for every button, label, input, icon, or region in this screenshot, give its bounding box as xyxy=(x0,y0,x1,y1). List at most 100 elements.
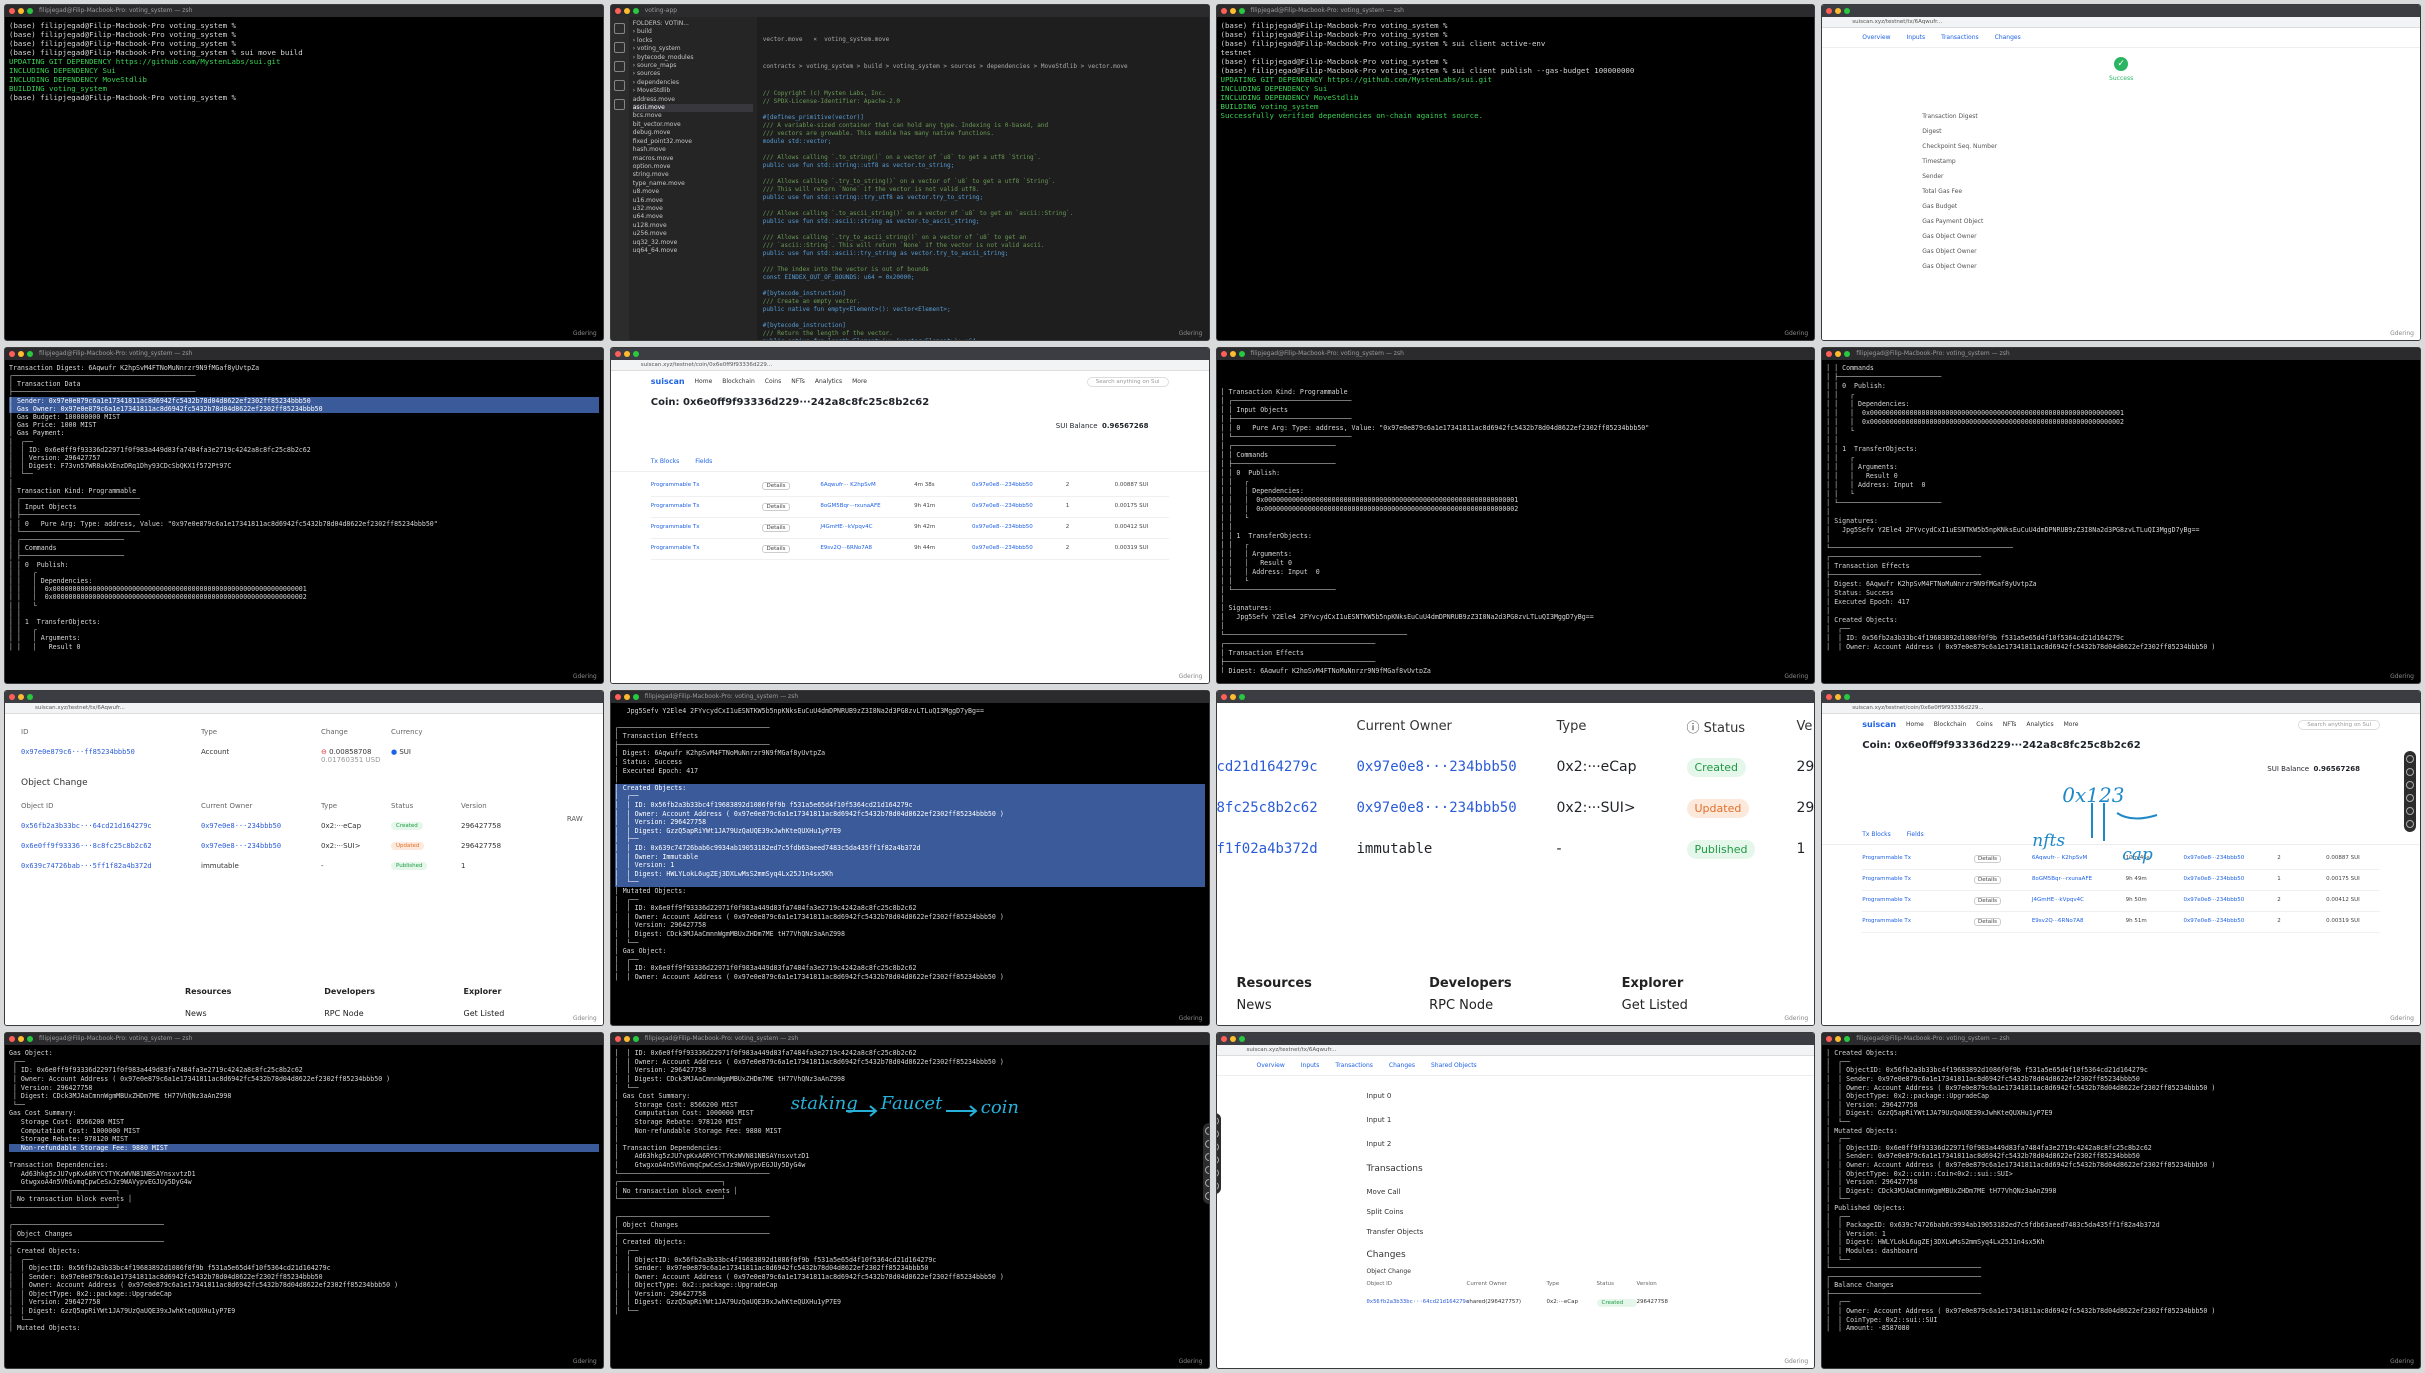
list-item[interactable]: bcs.move xyxy=(633,112,753,120)
nav-blockchain[interactable]: Blockchain xyxy=(722,378,754,385)
table-cell[interactable]: immutable xyxy=(1357,841,1557,857)
nav-home[interactable]: Home xyxy=(695,378,713,385)
footer-link[interactable]: News xyxy=(1237,995,1430,1017)
list-item[interactable]: › locks xyxy=(633,37,753,45)
marker-tool-icon[interactable] xyxy=(1204,1140,1209,1149)
list-item[interactable]: u256.move xyxy=(633,230,753,238)
table-cell[interactable]: 6Aqwufr··· K2hpSvM xyxy=(2032,855,2122,863)
shape-tool-icon[interactable] xyxy=(2406,793,2414,802)
eraser-tool-icon[interactable] xyxy=(2406,780,2414,789)
nav-more[interactable]: More xyxy=(2064,721,2079,728)
table-row[interactable]: Programmable Tx Details 8oGM5Bqr···rxunaAF… xyxy=(650,497,1169,518)
table-cell[interactable]: J4GmHE···kVpqv4C xyxy=(2032,897,2122,905)
nav-analytics[interactable]: Analytics xyxy=(2026,721,2053,728)
input-item[interactable]: Input 2 xyxy=(1367,1132,1799,1156)
tx-item-move-call[interactable]: Move Call xyxy=(1367,1182,1799,1202)
list-item[interactable]: type_name.move xyxy=(633,180,753,188)
list-item[interactable]: u64.move xyxy=(633,213,753,221)
details-button[interactable]: Details xyxy=(762,544,790,553)
list-item[interactable]: Gas Budget xyxy=(1922,199,1997,214)
table-cell[interactable]: 0x639c74726bab···5ff1f82a4b372d xyxy=(21,862,201,870)
list-item[interactable]: Checkpoint Seq. Number xyxy=(1922,139,1997,154)
footer-link[interactable]: News xyxy=(185,1003,324,1025)
list-item[interactable]: Gas Object Owner xyxy=(1922,244,1997,259)
list-item[interactable]: Transaction Digest xyxy=(1922,109,1997,124)
list-item[interactable]: bit_vector.move xyxy=(633,121,753,129)
table-cell[interactable]: 6Aqwufr··· K2hpSvM xyxy=(820,482,910,490)
list-item[interactable]: u32.move xyxy=(633,205,753,213)
tab-transactions[interactable]: Transactions xyxy=(1335,1062,1372,1069)
terminal-output[interactable]: Transaction Digest: 6Aqwufr K2hpSvM4FTNo… xyxy=(9,364,599,673)
details-button[interactable]: Details xyxy=(1973,896,2002,905)
address-bar[interactable]: suiscan.xyz/testnet/coin/0x6e0ff9f93336d… xyxy=(610,359,1209,371)
table-row[interactable]: Programmable Tx Details J4GmHE···kVpqv4C 9h… xyxy=(1862,891,2380,912)
tab-changes[interactable]: Changes xyxy=(1389,1062,1415,1069)
shape-tool-icon[interactable] xyxy=(1216,1156,1219,1165)
source-control-icon[interactable] xyxy=(614,61,626,72)
address-bar[interactable]: suiscan.xyz/testnet/tx/6Aqwufr... xyxy=(1822,17,2420,28)
list-item[interactable]: Gas Object Owner xyxy=(1922,229,1997,244)
table-cell[interactable]: 0x97e0e8···234bbb50 xyxy=(972,503,1062,511)
list-item[interactable]: string.move xyxy=(633,171,753,179)
list-item[interactable]: › voting_system xyxy=(633,45,753,53)
terminal-output[interactable]: │ │ ID: 0x6e0ff9f93336d22971f0f983a449d8… xyxy=(615,1049,1205,1358)
list-item[interactable]: Digest xyxy=(1922,124,1997,139)
list-item[interactable]: fixed_point32.move xyxy=(633,138,753,146)
table-cell[interactable]: 8oGM5Bqr···rxunaAFE xyxy=(2032,876,2122,884)
shape-tool-icon[interactable] xyxy=(1204,1166,1209,1175)
table-cell[interactable]: 8oGM5Bqr···rxunaAFE xyxy=(820,503,910,511)
table-row[interactable]: Programmable Tx Details 6Aqwufr··· K2hpSvM… xyxy=(650,476,1169,497)
table-cell[interactable]: 0x97e0e8···234bbb50 xyxy=(201,842,321,850)
table-cell[interactable]: cd21d164279c xyxy=(1217,759,1357,775)
table-cell[interactable]: 0x56fb2a3b33bc···64cd21d164279c xyxy=(21,822,201,830)
nav-more[interactable]: More xyxy=(852,378,867,385)
footer-link[interactable]: Get Listed xyxy=(1622,995,1815,1017)
details-button[interactable]: Details xyxy=(762,481,790,490)
table-cell[interactable]: J4GmHE···kVpqv4C xyxy=(820,524,910,532)
list-item[interactable]: › source_maps xyxy=(633,62,753,70)
table-cell[interactable]: 0x97e0e8···234bbb50 xyxy=(1357,759,1557,775)
account-link[interactable]: 0x97e0e879c6···ff85234bbb50 xyxy=(21,748,201,764)
color-picker-icon[interactable] xyxy=(1204,1192,1209,1201)
table-row[interactable]: Programmable Tx Details E9sv2Q···6RNo7A8 9h… xyxy=(1862,912,2380,933)
list-item[interactable]: Gas Object Owner xyxy=(1922,259,1997,274)
details-button[interactable]: Details xyxy=(1973,875,2002,884)
list-item[interactable]: › sources xyxy=(633,70,753,78)
tab-inputs[interactable]: Inputs xyxy=(1907,34,1926,41)
color-picker-icon[interactable] xyxy=(2406,819,2414,828)
marker-tool-icon[interactable] xyxy=(1216,1130,1219,1139)
table-cell[interactable]: 0x97e0e8···234bbb50 xyxy=(2183,855,2273,863)
files-icon[interactable] xyxy=(614,23,626,34)
table-row[interactable]: Programmable Tx Details 8oGM5Bqr···rxunaAF… xyxy=(1862,870,2380,891)
terminal-output[interactable]: (base) filipjegad@Filip-Macbook-Pro voti… xyxy=(9,21,599,330)
tab-fields[interactable]: Fields xyxy=(695,458,712,465)
list-item[interactable]: › bytecode_modules xyxy=(633,54,753,62)
list-item[interactable]: u16.move xyxy=(633,197,753,205)
table-cell[interactable]: E9sv2Q···6RNo7A8 xyxy=(2032,918,2122,926)
input-item[interactable]: Input 1 xyxy=(1367,1108,1799,1132)
tab-inputs[interactable]: Inputs xyxy=(1301,1062,1320,1069)
nav-blockchain[interactable]: Blockchain xyxy=(1934,721,1966,728)
list-item[interactable]: u8.move xyxy=(633,188,753,196)
nav-nfts[interactable]: NFTs xyxy=(2003,721,2017,728)
list-item[interactable]: Timestamp xyxy=(1922,154,1997,169)
terminal-output[interactable]: Jpg5Sefv Y2Ele4 2FYvcydCxI1uESNTKW5b5npK… xyxy=(614,707,1205,1016)
marker-tool-icon[interactable] xyxy=(2406,767,2414,776)
table-row[interactable]: Programmable Tx Details J4GmHE···kVpqv4C 9h… xyxy=(650,518,1169,539)
list-item[interactable]: address.move xyxy=(633,96,753,104)
list-item[interactable]: uq32_32.move xyxy=(633,239,753,247)
footer-link[interactable]: RPC Node xyxy=(1429,995,1622,1017)
list-item[interactable]: › MoveStdlib xyxy=(633,87,753,95)
table-cell[interactable]: immutable xyxy=(201,862,321,870)
tab-overview[interactable]: Overview xyxy=(1257,1062,1285,1069)
table-cell[interactable]: 0x97e0e8···234bbb50 xyxy=(2183,918,2273,926)
terminal-output[interactable]: Gas Object: ┌── │ ID: 0x6e0ff9f93336d229… xyxy=(9,1049,599,1358)
pen-tool-icon[interactable] xyxy=(1216,1117,1219,1126)
eraser-tool-icon[interactable] xyxy=(1204,1153,1209,1162)
terminal-output[interactable]: │ │ Commands │ ├─────────────────────────… xyxy=(1826,364,2416,673)
tab-tx-blocks[interactable]: Tx Blocks xyxy=(1862,831,1890,838)
tab-changes[interactable]: Changes xyxy=(1995,34,2021,41)
terminal-output[interactable]: │ Transaction Kind: Programmable │ ┌─────… xyxy=(1221,388,1811,673)
text-tool-icon[interactable] xyxy=(2406,806,2414,815)
address-bar[interactable]: suiscan.xyz/testnet/tx/6Aqwufr... xyxy=(5,702,603,714)
